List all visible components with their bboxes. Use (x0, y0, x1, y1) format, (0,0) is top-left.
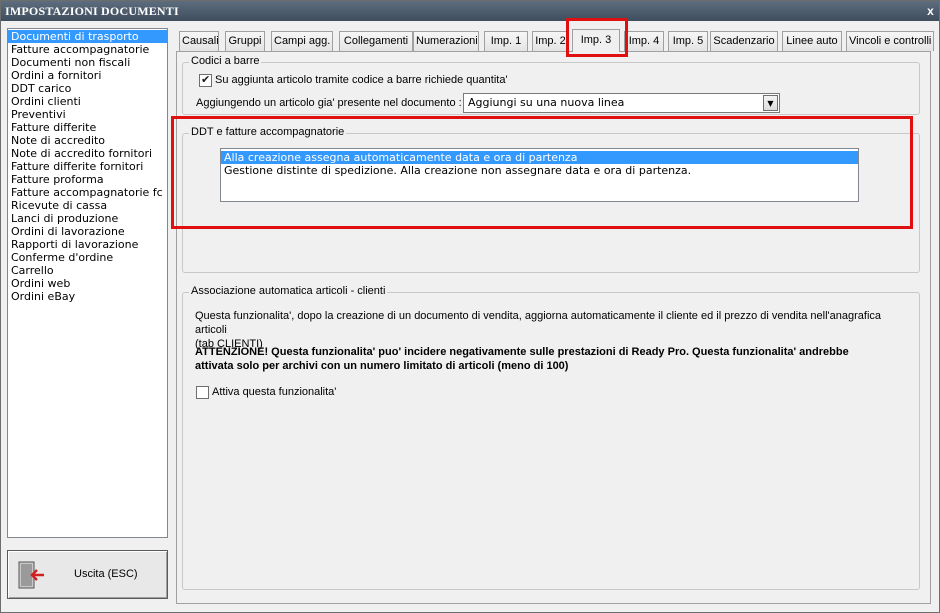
close-icon[interactable]: x (927, 1, 934, 21)
window-titlebar: IMPOSTAZIONI DOCUMENTI x (1, 1, 939, 21)
doc-type-item[interactable]: Documenti di trasporto (8, 30, 167, 43)
doc-type-item[interactable]: Conferme d'ordine (8, 251, 167, 264)
assoc-warning-line1: ATTENZIONE! Questa funzionalita' puo' in… (195, 346, 849, 358)
tab-imp-4[interactable]: Imp. 4 (624, 31, 664, 51)
doc-type-item[interactable]: Fatture differite fornitori (8, 160, 167, 173)
doc-type-item[interactable]: Ordini a fornitori (8, 69, 167, 82)
ddt-options-list[interactable]: Alla creazione assegna automaticamente d… (220, 148, 859, 202)
barcode-group: Codici a barre Su aggiunta articolo tram… (182, 55, 920, 115)
doc-type-item[interactable]: Fatture accompagnatorie (8, 43, 167, 56)
doc-type-item[interactable]: Lanci di produzione (8, 212, 167, 225)
exit-button[interactable]: Uscita (ESC) (7, 550, 168, 599)
barcode-group-title: Codici a barre (189, 55, 262, 67)
ddt-group-title: DDT e fatture accompagnatorie (189, 126, 347, 138)
doc-type-item[interactable]: Ordini eBay (8, 290, 167, 303)
settings-tabs: Causali Gruppi Campi agg. Collegamenti Numer… (176, 29, 940, 52)
doc-type-item[interactable]: DDT carico (8, 82, 167, 95)
document-type-list[interactable]: Documenti di trasporto Fatture accompagna… (7, 28, 168, 538)
doc-type-item[interactable]: Ordini di lavorazione (8, 225, 167, 238)
doc-type-item[interactable]: Fatture proforma (8, 173, 167, 186)
existing-article-select[interactable]: Aggiungi su una nuova linea ▼ (463, 93, 780, 113)
existing-article-select-value: Aggiungi su una nuova linea (468, 96, 625, 109)
doc-type-item[interactable]: Note di accredito (8, 134, 167, 147)
tab-causali[interactable]: Causali (179, 31, 219, 51)
doc-type-item[interactable]: Fatture accompagnatorie fc (8, 186, 167, 199)
tab-imp-5[interactable]: Imp. 5 (668, 31, 708, 51)
assoc-group-title: Associazione automatica articoli - clien… (189, 285, 388, 297)
assoc-warning-line2: attivata solo per archivi con un numero … (195, 360, 569, 372)
tab-numerazioni[interactable]: Numerazioni (413, 31, 479, 51)
assoc-warning: ATTENZIONE! Questa funzionalita' puo' in… (195, 345, 920, 373)
doc-type-item[interactable]: Note di accredito fornitori (8, 147, 167, 160)
settings-window: IMPOSTAZIONI DOCUMENTI x Documenti di tr… (0, 0, 940, 613)
doc-type-item[interactable]: Preventivi (8, 108, 167, 121)
tab-vincoli-e-controlli[interactable]: Vincoli e controlli (846, 31, 934, 51)
tab-collegamenti[interactable]: Collegamenti (339, 31, 413, 51)
ddt-option-item[interactable]: Alla creazione assegna automaticamente d… (221, 151, 858, 164)
assoc-enable-checkbox[interactable] (196, 386, 209, 399)
doc-type-item[interactable]: Fatture differite (8, 121, 167, 134)
tab-gruppi[interactable]: Gruppi (225, 31, 265, 51)
barcode-quantity-checkbox[interactable] (199, 73, 212, 87)
tab-imp-3[interactable]: Imp. 3 (572, 29, 620, 52)
doc-type-item[interactable]: Ordini clienti (8, 95, 167, 108)
tab-campi-agg[interactable]: Campi agg. (271, 31, 333, 51)
tab-linee-auto[interactable]: Linee auto (782, 31, 842, 51)
window-title: IMPOSTAZIONI DOCUMENTI (5, 4, 179, 18)
assoc-enable-label: Attiva questa funzionalita' (212, 386, 337, 398)
assoc-group: Associazione automatica articoli - clien… (182, 285, 920, 590)
chevron-down-icon[interactable]: ▼ (763, 95, 778, 111)
tab-imp-2[interactable]: Imp. 2 (532, 31, 569, 51)
tab-imp-1[interactable]: Imp. 1 (484, 31, 528, 51)
doc-type-item[interactable]: Ordini web (8, 277, 167, 290)
tab-panel-imp3: Codici a barre Su aggiunta articolo tram… (176, 51, 931, 604)
barcode-quantity-label: Su aggiunta articolo tramite codice a ba… (215, 74, 508, 86)
ddt-group: DDT e fatture accompagnatorie Alla creaz… (182, 126, 920, 273)
doc-type-item[interactable]: Rapporti di lavorazione (8, 238, 167, 251)
doc-type-item[interactable]: Documenti non fiscali (8, 56, 167, 69)
exit-door-icon (18, 561, 44, 589)
assoc-description-line1: Questa funzionalita', dopo la creazione … (195, 310, 882, 336)
tab-scadenzario[interactable]: Scadenzario (710, 31, 778, 51)
doc-type-item[interactable]: Ricevute di cassa (8, 199, 167, 212)
ddt-option-item[interactable]: Gestione distinte di spedizione. Alla cr… (221, 164, 858, 177)
existing-article-label: Aggiungendo un articolo gia' presente ne… (196, 97, 462, 109)
doc-type-item[interactable]: Carrello (8, 264, 167, 277)
exit-button-label: Uscita (ESC) (74, 568, 138, 580)
